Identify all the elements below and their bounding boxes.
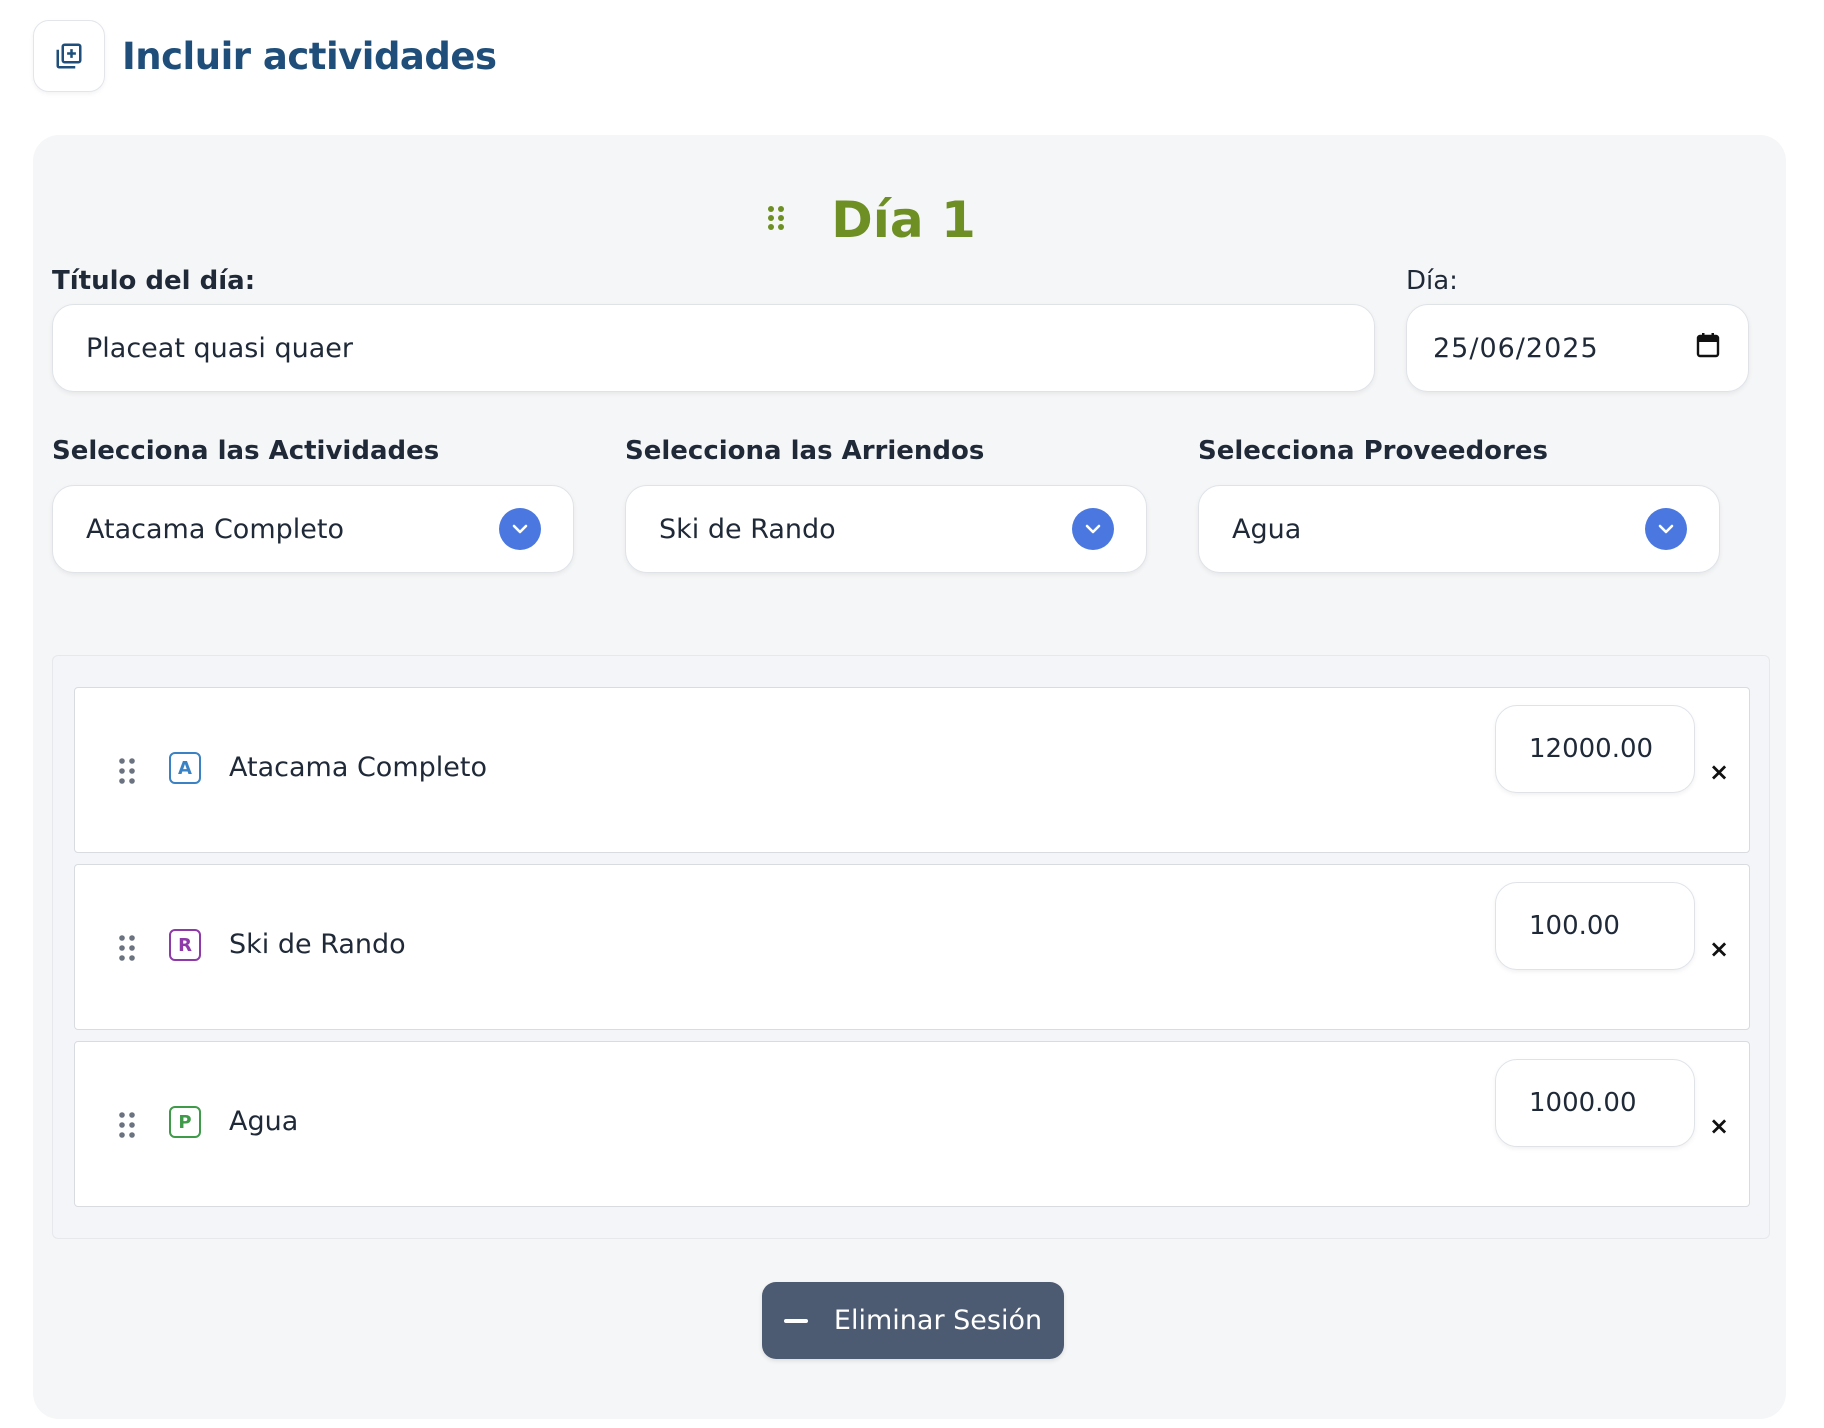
- list-item[interactable]: P Agua 1000.00 ×: [74, 1041, 1750, 1207]
- remove-item-button[interactable]: ×: [1709, 935, 1729, 963]
- activities-select[interactable]: Atacama Completo: [52, 485, 574, 573]
- item-name: Atacama Completo: [229, 752, 487, 783]
- drag-handle-icon[interactable]: [767, 205, 785, 235]
- day-title-input[interactable]: Placeat quasi quaer: [52, 304, 1375, 392]
- rental-badge: R: [169, 929, 201, 961]
- add-to-library-icon[interactable]: [33, 20, 105, 92]
- day-title-label: Título del día:: [52, 266, 256, 296]
- item-name: Agua: [229, 1106, 299, 1137]
- calendar-icon[interactable]: [1696, 332, 1720, 365]
- minus-icon: [783, 1318, 808, 1323]
- rentals-label: Selecciona las Arriendos: [625, 436, 985, 466]
- day-title: Día 1: [831, 191, 976, 249]
- providers-label: Selecciona Proveedores: [1198, 436, 1548, 466]
- page: Incluir actividades Día 1 Título del día…: [0, 0, 1824, 1428]
- price-input[interactable]: 12000.00: [1495, 705, 1695, 793]
- drag-handle-icon[interactable]: [119, 935, 135, 965]
- providers-select[interactable]: Agua: [1198, 485, 1720, 573]
- drag-handle-icon[interactable]: [119, 1112, 135, 1142]
- item-name: Ski de Rando: [229, 929, 406, 960]
- activity-badge: A: [169, 752, 201, 784]
- date-label: Día:: [1406, 266, 1458, 296]
- selected-items-list: A Atacama Completo 12000.00 × R Ski de R…: [52, 655, 1770, 1239]
- date-input[interactable]: 25/06/2025: [1406, 304, 1749, 392]
- activities-label: Selecciona las Actividades: [52, 436, 440, 466]
- delete-session-button[interactable]: Eliminar Sesión: [762, 1282, 1064, 1359]
- rentals-select[interactable]: Ski de Rando: [625, 485, 1147, 573]
- list-item[interactable]: A Atacama Completo 12000.00 ×: [74, 687, 1750, 853]
- drag-handle-icon[interactable]: [119, 758, 135, 788]
- remove-item-button[interactable]: ×: [1709, 758, 1729, 786]
- chevron-down-icon[interactable]: [499, 508, 541, 550]
- header: Incluir actividades: [33, 20, 497, 92]
- remove-item-button[interactable]: ×: [1709, 1112, 1729, 1140]
- chevron-down-icon[interactable]: [1072, 508, 1114, 550]
- list-item[interactable]: R Ski de Rando 100.00 ×: [74, 864, 1750, 1030]
- price-input[interactable]: 1000.00: [1495, 1059, 1695, 1147]
- provider-badge: P: [169, 1106, 201, 1138]
- day-heading: Día 1: [33, 191, 1786, 249]
- day-card: Día 1 Título del día: Placeat quasi quae…: [33, 135, 1786, 1419]
- page-title: Incluir actividades: [122, 34, 497, 78]
- chevron-down-icon[interactable]: [1645, 508, 1687, 550]
- price-input[interactable]: 100.00: [1495, 882, 1695, 970]
